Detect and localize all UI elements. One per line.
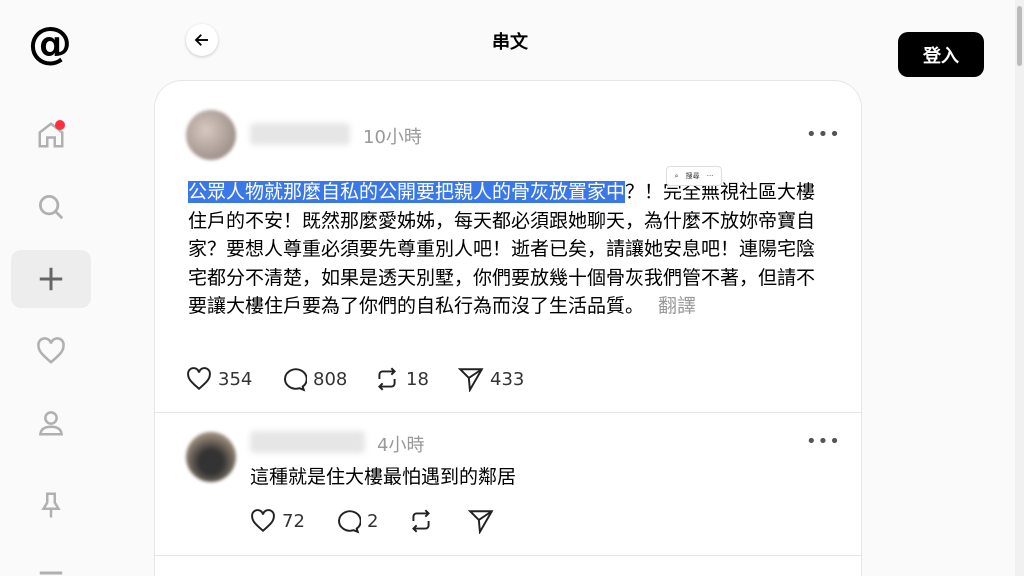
back-button[interactable] — [186, 24, 218, 56]
repost-icon — [378, 367, 396, 391]
menu-icon — [39, 571, 63, 575]
repost-icon — [412, 509, 430, 533]
sidebar: @ — [0, 0, 100, 576]
notification-dot — [55, 120, 65, 130]
selection-popup[interactable]: ⌕ 搜尋 ··· — [666, 166, 722, 186]
plus-icon — [39, 267, 63, 291]
nav-pinned[interactable] — [11, 476, 91, 534]
nav-search[interactable] — [11, 178, 91, 236]
post-time: 10小時 — [363, 127, 422, 148]
nav-activity[interactable] — [11, 322, 91, 380]
scrollbar-thumb[interactable] — [1017, 6, 1022, 66]
comment-count: 808 — [313, 368, 348, 390]
heart-icon — [37, 337, 65, 364]
nav-profile[interactable] — [11, 394, 91, 452]
heart-icon — [251, 509, 275, 533]
nav-menu[interactable] — [11, 548, 91, 576]
reply-more-options-icon[interactable]: ••• — [806, 431, 841, 452]
comment-icon — [338, 510, 361, 534]
divider — [155, 412, 861, 413]
scrollbar[interactable] — [1015, 0, 1024, 576]
person-icon — [38, 411, 64, 436]
thread-card — [154, 80, 862, 576]
nav-create[interactable] — [11, 250, 91, 308]
search-icon: ⌕ — [674, 171, 679, 180]
share-button[interactable]: 433 — [458, 366, 524, 392]
threads-logo-icon[interactable]: @ — [28, 20, 72, 68]
send-icon — [468, 510, 494, 534]
reply-comment-count: 2 — [367, 510, 379, 532]
repost-button[interactable]: 18 — [374, 366, 429, 392]
popup-more-icon[interactable]: ··· — [707, 172, 714, 180]
pin-icon — [41, 492, 61, 518]
login-button[interactable]: 登入 — [898, 32, 984, 77]
share-count: 433 — [490, 368, 525, 390]
repost-count: 18 — [406, 368, 429, 390]
heart-icon — [187, 367, 211, 391]
reply-like-button[interactable]: 72 — [250, 508, 305, 534]
more-options-icon[interactable]: ••• — [806, 124, 841, 145]
highlighted-text: 公眾人物就那麼自私的公開要把親人的骨灰放置家中 — [188, 181, 626, 203]
search-icon — [39, 195, 64, 220]
reply-time: 4小時 — [377, 435, 425, 456]
reply-repost-button[interactable] — [408, 508, 434, 534]
translate-link[interactable]: 翻譯 — [658, 295, 696, 317]
comment-icon — [284, 368, 307, 392]
send-icon — [458, 368, 484, 392]
divider — [155, 555, 861, 556]
post-text: 公眾人物就那麼自私的公開要把親人的骨灰放置家中？！完全無視社區大樓住戶的不安！既… — [188, 178, 828, 321]
like-count: 354 — [218, 368, 253, 390]
popup-search-label[interactable]: 搜尋 — [686, 171, 700, 181]
avatar[interactable] — [186, 110, 236, 160]
page-title: 串文 — [492, 32, 528, 53]
reply-text: 這種就是住大樓最怕遇到的鄰居 — [250, 466, 517, 488]
reply-avatar[interactable] — [186, 432, 236, 482]
like-button[interactable]: 354 — [186, 366, 252, 392]
reply-share-button[interactable] — [468, 508, 494, 534]
nav-home[interactable] — [11, 106, 91, 164]
reply-like-count: 72 — [282, 510, 305, 532]
arrow-left-icon — [194, 34, 208, 46]
comment-button[interactable]: 808 — [281, 366, 347, 392]
post-username[interactable] — [250, 123, 350, 145]
reply-username[interactable] — [250, 431, 365, 453]
reply-comment-button[interactable]: 2 — [335, 508, 378, 534]
